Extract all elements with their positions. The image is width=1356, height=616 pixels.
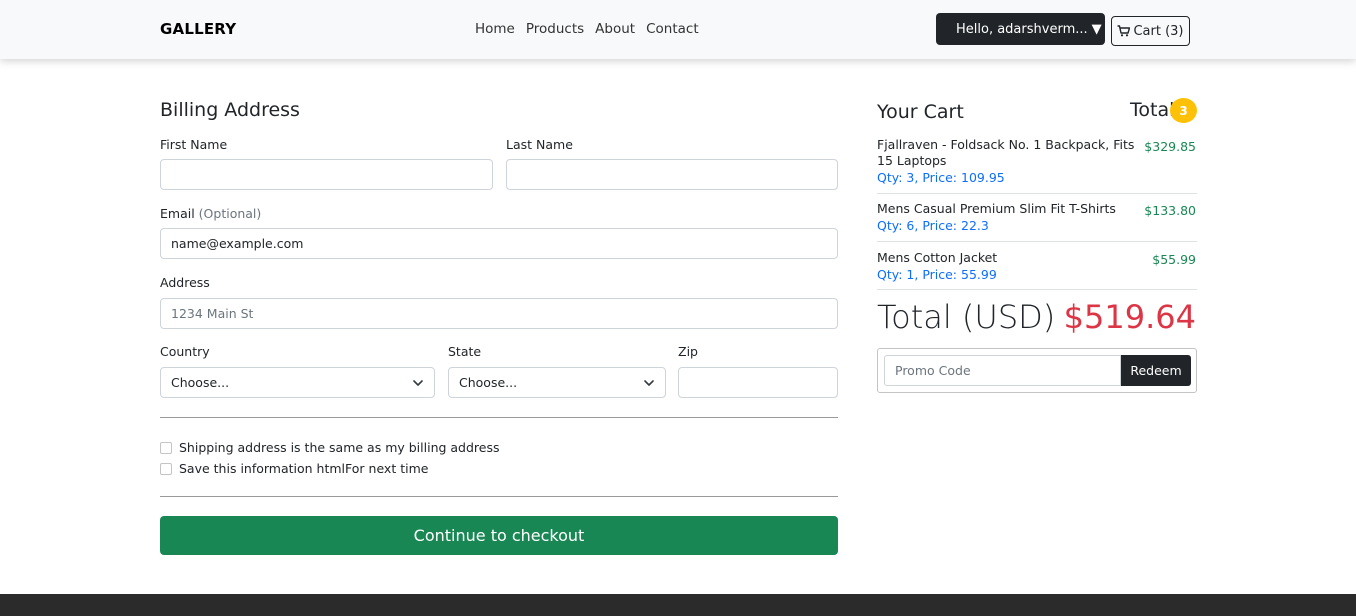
email-label: Email (Optional) [160,206,261,221]
cart-button[interactable]: Cart (3) [1111,16,1190,46]
same-address-row[interactable]: Shipping address is the same as my billi… [160,440,500,455]
state-select[interactable]: Choose... [448,367,666,398]
cart-item-qty-price: Qty: 6, Price: 22.3 [877,218,989,233]
cart-item-total: $329.85 [1144,139,1196,154]
nav-link-products[interactable]: Products [526,21,584,37]
user-menu-label: Hello, adarshverm... [956,21,1088,37]
email-optional-text: (Optional) [198,206,262,221]
redeem-button[interactable]: Redeem [1121,355,1191,386]
chevron-down-icon [412,377,424,392]
cart-item: Mens Cotton Jacket Qty: 1, Price: 55.99 … [877,250,1197,290]
nav-link-contact[interactable]: Contact [646,21,699,37]
billing-address-title: Billing Address [160,99,300,121]
cart-item-total: $55.99 [1152,252,1196,267]
caret-down-icon: ▼ [1091,21,1102,37]
chevron-down-icon [643,377,655,392]
state-label: State [448,344,482,359]
first-name-input[interactable] [160,159,493,190]
address-input[interactable]: 1234 Main St [160,298,838,329]
address-label: Address [160,275,210,290]
promo-code-form: Promo Code Redeem [877,348,1197,393]
same-address-checkbox[interactable] [160,441,172,454]
cart-item-name: Mens Cotton Jacket [877,250,998,265]
cart-item: Fjallraven - Foldsack No. 1 Backpack, Fi… [877,137,1197,194]
zip-input[interactable] [678,367,838,398]
nav-links: Home Products About Contact [475,21,710,37]
continue-checkout-button[interactable]: Continue to checkout [160,516,838,555]
first-name-label: First Name [160,137,228,152]
your-cart-heading: Your Cart [877,101,964,123]
zip-label: Zip [678,344,698,359]
nav-link-about[interactable]: About [595,21,635,37]
promo-code-input[interactable]: Promo Code [884,355,1121,386]
cart-item-qty-price: Qty: 3, Price: 109.95 [877,170,1005,185]
country-selected-value: Choose... [171,375,230,390]
grand-total-value: $519.64 [1063,298,1196,336]
email-label-text: Email [160,206,195,221]
country-select[interactable]: Choose... [160,367,435,398]
cart-item-name: Fjallraven - Foldsack No. 1 Backpack, Fi… [877,137,1135,168]
user-menu-button[interactable]: Hello, adarshverm... ▼ [936,13,1105,45]
cart-item-qty-price: Qty: 1, Price: 55.99 [877,267,997,282]
email-input[interactable]: name@example.com [160,228,838,259]
navbar: GALLERY Home Products About Contact Hell… [0,0,1356,59]
divider [160,496,838,497]
save-info-checkbox[interactable] [160,462,172,475]
cart-button-label: Cart (3) [1133,23,1184,39]
save-info-row[interactable]: Save this information htmlFor next time [160,461,428,476]
brand-logo[interactable]: GALLERY [160,20,236,38]
last-name-label: Last Name [506,137,573,152]
country-label: Country [160,344,210,359]
cart-count-badge: 3 [1170,98,1197,123]
cart-total-word: Total [1130,99,1175,121]
state-selected-value: Choose... [459,375,518,390]
save-info-label: Save this information htmlFor next time [179,461,429,476]
nav-link-home[interactable]: Home [475,21,515,37]
last-name-input[interactable] [506,159,838,190]
cart-item-name: Mens Casual Premium Slim Fit T-Shirts [877,201,1116,216]
same-address-label: Shipping address is the same as my billi… [179,440,500,455]
divider [160,417,838,418]
shopping-cart-icon [1117,25,1131,37]
grand-total-label: Total (USD) [877,298,1056,336]
cart-item-total: $133.80 [1144,203,1196,218]
footer [0,594,1356,616]
cart-item: Mens Casual Premium Slim Fit T-Shirts Qt… [877,201,1197,242]
